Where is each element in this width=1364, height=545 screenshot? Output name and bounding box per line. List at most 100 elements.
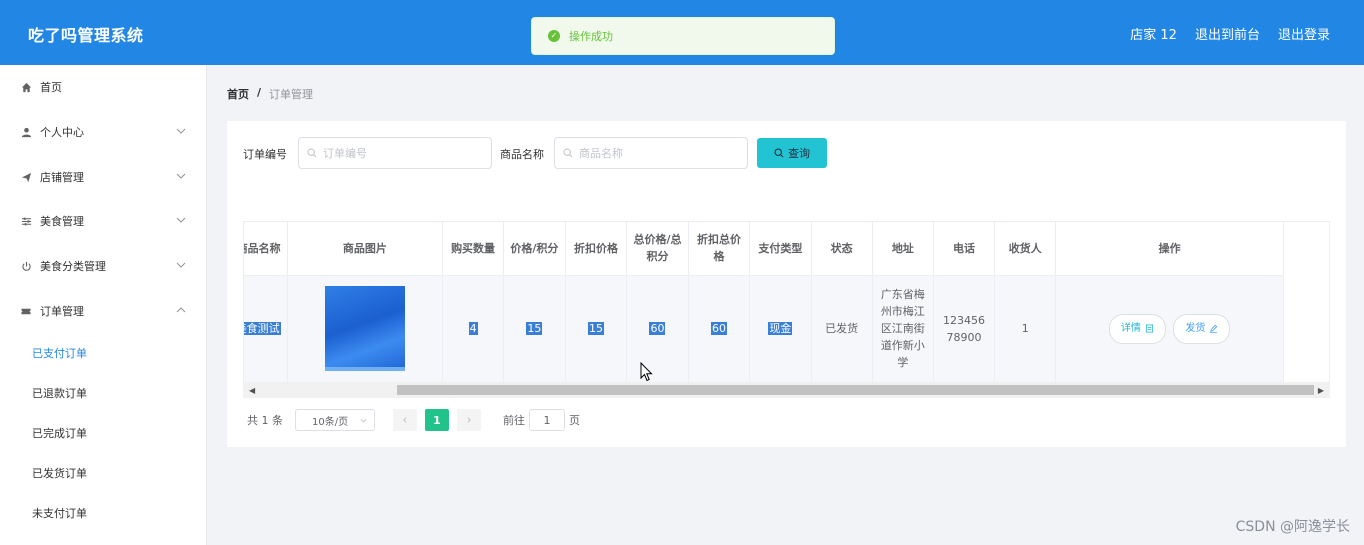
product-name-label: 商品名称: [500, 148, 544, 161]
table-horizontal-scrollbar[interactable]: ◀ ▶: [243, 382, 1330, 398]
col-header: 折扣总价格: [688, 222, 751, 276]
col-header: 总价格/总积分: [626, 222, 689, 276]
mouse-cursor-icon: [640, 362, 653, 382]
discount-total-text: 60: [711, 322, 728, 335]
user-icon: [20, 126, 32, 138]
col-header: 价格/积分: [503, 222, 566, 276]
query-button[interactable]: 查询: [757, 138, 827, 168]
page-jumper: 前往 页: [503, 409, 580, 431]
chevron-right-icon: [467, 417, 471, 423]
scrollbar-thumb[interactable]: [397, 385, 1314, 395]
query-button-label: 查询: [788, 147, 810, 160]
ticket-icon: [20, 305, 32, 317]
ship-button[interactable]: 发货: [1173, 313, 1231, 344]
col-header: 操作: [1055, 222, 1284, 276]
orders-table-grid: 商品名称 商品图片 购买数量 价格/积分 折扣价格 总价格/总积分 折扣总价格 …: [244, 222, 1284, 383]
cell-receiver: 1: [994, 275, 1057, 383]
power-icon: [20, 260, 32, 272]
chevron-down-icon: [176, 173, 186, 179]
sidebar-sub-shipped-orders[interactable]: 已发货订单: [0, 453, 207, 493]
col-header: 支付类型: [749, 222, 812, 276]
cell-price: 15: [503, 275, 566, 383]
current-user-link[interactable]: 店家 12: [1130, 24, 1177, 43]
goto-suffix: 页: [569, 414, 580, 427]
sidebar: 首页 个人中心 店铺管理 美食管理 美食分类管理 订单管理 已支付订单 已退款订…: [0, 65, 207, 545]
send-icon: [20, 171, 32, 183]
cell-product-image: [287, 275, 443, 383]
quantity-text: 4: [468, 322, 478, 335]
sidebar-item-profile[interactable]: 个人中心: [0, 112, 207, 152]
order-no-label: 订单编号: [243, 148, 287, 161]
product-name-field[interactable]: [554, 137, 748, 169]
search-icon: [774, 148, 784, 158]
exit-to-front-link[interactable]: 退出到前台: [1195, 24, 1260, 43]
chevron-down-icon: [176, 128, 186, 134]
sidebar-sub-refunded-orders[interactable]: 已退款订单: [0, 373, 207, 413]
total-text: 60: [649, 322, 666, 335]
table-header-row: 商品名称 商品图片 购买数量 价格/积分 折扣价格 总价格/总积分 折扣总价格 …: [244, 222, 1284, 276]
cell-phone: 12345678900: [933, 275, 996, 383]
search-icon: [307, 148, 317, 158]
sidebar-item-home[interactable]: 首页: [0, 67, 207, 107]
check-circle-icon: ✓: [548, 30, 560, 42]
detail-button[interactable]: 详情: [1108, 313, 1166, 344]
pagination: 共 1 条 10条/页 1 前往 页: [247, 409, 580, 431]
product-name-text: 美食测试: [244, 322, 281, 335]
orders-table: 商品名称 商品图片 购买数量 价格/积分 折扣价格 总价格/总积分 折扣总价格 …: [243, 221, 1330, 398]
sidebar-item-orders[interactable]: 订单管理: [0, 291, 207, 331]
sidebar-sub-paid-orders[interactable]: 已支付订单: [0, 333, 207, 373]
col-header: 状态: [811, 222, 873, 276]
cell-status: 已发货: [811, 275, 873, 383]
product-image[interactable]: [324, 286, 405, 371]
sidebar-item-label: 订单管理: [40, 305, 84, 318]
scroll-left-arrow-icon[interactable]: ◀: [249, 386, 255, 395]
order-no-field[interactable]: [298, 137, 492, 169]
app-title: 吃了吗管理系统: [28, 26, 144, 45]
sidebar-item-shop[interactable]: 店铺管理: [0, 157, 207, 197]
sidebar-sub-unpaid-orders[interactable]: 未支付订单: [0, 493, 207, 533]
col-header: 折扣价格: [565, 222, 628, 276]
col-header: 商品名称: [244, 222, 288, 276]
cell-actions: 详情 发货: [1055, 275, 1284, 383]
sidebar-sub-completed-orders[interactable]: 已完成订单: [0, 413, 207, 453]
page-size-value: 10条/页: [312, 416, 349, 428]
page-number-active[interactable]: 1: [425, 409, 449, 431]
logout-link[interactable]: 退出登录: [1278, 24, 1330, 43]
sidebar-item-food[interactable]: 美食管理: [0, 201, 207, 241]
discount-price-text: 15: [587, 322, 604, 335]
scroll-right-arrow-icon[interactable]: ▶: [1318, 386, 1324, 395]
col-header: 收货人: [994, 222, 1057, 276]
breadcrumb-current: 订单管理: [269, 88, 314, 101]
breadcrumb-home[interactable]: 首页: [227, 86, 249, 102]
page-size-select[interactable]: 10条/页: [295, 409, 375, 431]
cell-address: 广东省梅州市梅江区江南街道作新小学: [872, 275, 934, 383]
sidebar-item-label: 个人中心: [40, 126, 84, 139]
sidebar-item-food-category[interactable]: 美食分类管理: [0, 246, 207, 286]
toast-message: 操作成功: [569, 30, 613, 43]
success-toast: ✓ 操作成功: [531, 17, 835, 55]
goto-prefix: 前往: [503, 414, 525, 427]
header-nav: 店家 12 退出到前台 退出登录: [1130, 24, 1330, 43]
order-no-input[interactable]: [323, 146, 473, 160]
chevron-left-icon: [403, 417, 407, 423]
cell-quantity: 4: [442, 275, 505, 383]
cell-discount-price: 15: [565, 275, 628, 383]
home-icon: [20, 81, 32, 93]
chevron-down-icon: [176, 262, 186, 268]
edit-icon: [1210, 324, 1218, 333]
col-header: 电话: [933, 222, 996, 276]
sidebar-item-label: 首页: [40, 81, 62, 94]
goto-page-input[interactable]: [529, 409, 565, 431]
ship-button-label: 发货: [1185, 323, 1206, 334]
watermark: CSDN @阿逸学长: [1235, 519, 1350, 535]
next-page-button[interactable]: [457, 409, 481, 431]
search-icon: [563, 148, 573, 158]
sliders-icon: [20, 215, 32, 227]
product-name-input[interactable]: [579, 146, 729, 160]
chevron-down-icon: [176, 217, 186, 223]
cell-product-name: 美食测试: [244, 275, 288, 383]
sidebar-item-label: 美食分类管理: [40, 260, 106, 273]
document-icon: [1145, 324, 1153, 333]
prev-page-button[interactable]: [393, 409, 417, 431]
cell-pay-type: 现金: [749, 275, 812, 383]
